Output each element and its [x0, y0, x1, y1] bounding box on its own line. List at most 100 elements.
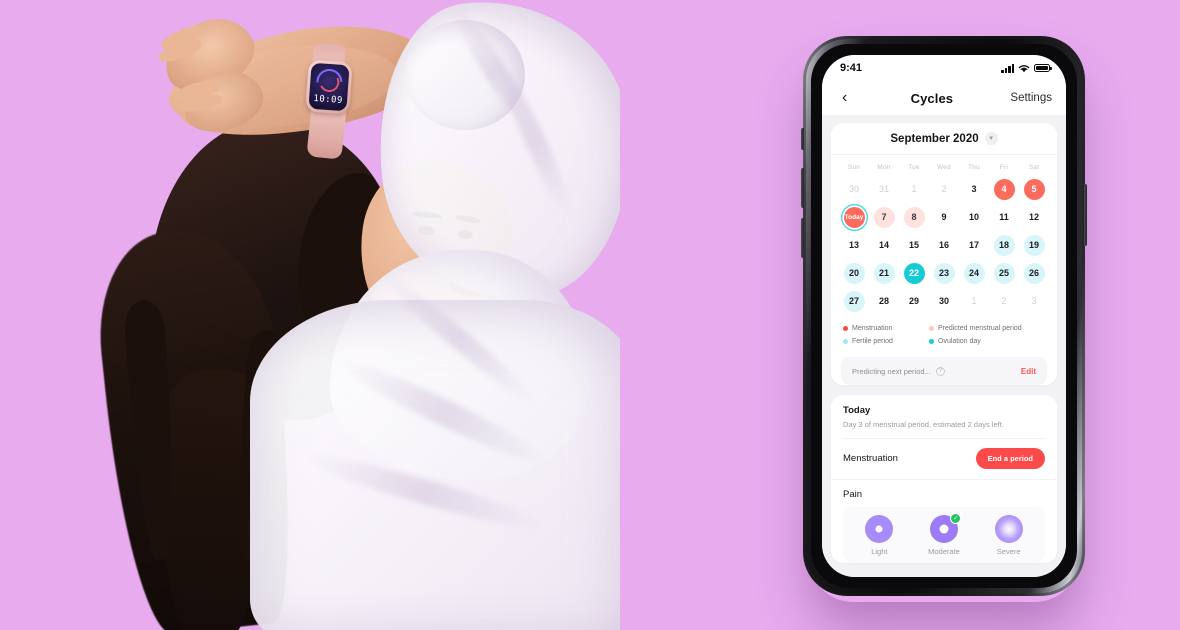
weekday-header-row: Sun Mon Tue Wed Thu Fri Sat: [839, 161, 1049, 175]
legend-dot-icon: [929, 326, 934, 331]
watch-case: 10:09: [305, 59, 353, 115]
calendar-day-28[interactable]: 28: [874, 291, 895, 312]
signal-bars-icon: [1001, 63, 1014, 73]
legend-item: Menstruation: [843, 325, 929, 332]
status-bar-indicators: [1001, 63, 1052, 73]
calendar-day-30[interactable]: 30: [844, 179, 865, 200]
calendar-day-30[interactable]: 30: [934, 291, 955, 312]
calendar-day-2[interactable]: 2: [994, 291, 1015, 312]
calendar-cell: 16: [929, 231, 959, 259]
calendar-day-24[interactable]: 24: [963, 262, 985, 284]
weekday-label: Tue: [908, 164, 920, 171]
edit-button[interactable]: Edit: [1021, 367, 1036, 376]
legend-label: Predicted menstrual period: [938, 325, 1022, 332]
pain-option-label: Moderate: [928, 547, 960, 556]
calendar-day-16[interactable]: 16: [934, 235, 955, 256]
calendar-day-23[interactable]: 23: [933, 262, 955, 284]
weekday-label: Sun: [847, 164, 861, 171]
month-label: September 2020: [890, 132, 979, 145]
predict-text-wrap: Predicting next period... ?: [852, 366, 945, 376]
calendar-cell: 28: [869, 287, 899, 315]
calendar-day-4[interactable]: 4: [993, 178, 1015, 200]
info-icon[interactable]: ?: [935, 366, 945, 376]
predict-text: Predicting next period...: [852, 366, 931, 376]
calendar-day-17[interactable]: 17: [964, 235, 985, 256]
calendar-cell: 29: [899, 287, 929, 315]
phone-mockup: 9:41 ‹ Cycles Settings September 2020 ▾ …: [801, 36, 1087, 596]
calendar-week-row: Today 7 8 9 10 11 12: [839, 203, 1049, 231]
phone-screen: 9:41 ‹ Cycles Settings September 2020 ▾ …: [822, 55, 1066, 577]
calendar-cell: 18: [989, 231, 1019, 259]
weekday-label: Sat: [1028, 164, 1040, 171]
calendar-day-15[interactable]: 15: [904, 235, 925, 256]
calendar-day-27[interactable]: 27: [843, 290, 865, 312]
phone-silent-switch[interactable]: [801, 128, 804, 150]
watch-time: 10:09: [312, 93, 344, 106]
calendar-day-11[interactable]: 11: [994, 207, 1015, 228]
pain-option-light[interactable]: Light: [847, 515, 912, 556]
calendar-day-14[interactable]: 14: [874, 235, 895, 256]
calendar-day-19[interactable]: 19: [1023, 234, 1045, 256]
calendar-day-9[interactable]: 9: [934, 207, 955, 228]
status-bar-time: 9:41: [840, 62, 863, 74]
month-selector[interactable]: September 2020 ▾: [831, 123, 1057, 155]
phone-volume-down-button[interactable]: [801, 218, 804, 258]
calendar-grid: Sun Mon Tue Wed Thu Fri Sat 30 31 1 2 3 4 5 Today 7 8 9 1…: [831, 155, 1057, 323]
end-a-period-button[interactable]: End a period: [975, 448, 1045, 469]
calendar-week-row: 27 28 29 30 1 2 3: [839, 287, 1049, 315]
calendar-cell: 12: [1019, 203, 1049, 231]
weekday-label: Wed: [937, 164, 951, 171]
calendar-day-25[interactable]: 25: [993, 262, 1015, 284]
calendar-day-1[interactable]: 1: [904, 179, 925, 200]
legend-label: Menstruation: [852, 325, 893, 332]
calendar-day-21[interactable]: 21: [873, 262, 895, 284]
predict-next-period-row[interactable]: Predicting next period... ? Edit: [841, 357, 1047, 385]
calendar-day-18[interactable]: 18: [993, 234, 1015, 256]
calendar-day-13[interactable]: 13: [844, 235, 865, 256]
calendar-cell: 31: [869, 175, 899, 203]
app-header: ‹ Cycles Settings: [822, 81, 1066, 115]
calendar-day-5[interactable]: 5: [1023, 178, 1045, 200]
phone-volume-up-button[interactable]: [801, 168, 804, 208]
calendar-day-12[interactable]: 12: [1024, 207, 1045, 228]
chevron-down-icon[interactable]: ▾: [984, 132, 998, 145]
calendar-cell: 1: [899, 175, 929, 203]
pain-light-icon[interactable]: [865, 515, 894, 543]
calendar-day-22[interactable]: 22: [903, 262, 925, 284]
calendar-day-3[interactable]: 3: [1024, 291, 1045, 312]
calendar-cell: 19: [1019, 231, 1049, 259]
calendar-week-row: 13 14 15 16 17 18 19: [839, 231, 1049, 259]
phone-frame-inner: 9:41 ‹ Cycles Settings September 2020 ▾ …: [806, 39, 1082, 593]
calendar-cell: 22: [899, 259, 929, 287]
calendar-day-26[interactable]: 26: [1023, 262, 1045, 284]
calendar-day-10[interactable]: 10: [964, 207, 985, 228]
back-chevron-icon[interactable]: ‹: [836, 88, 853, 108]
calendar-day-31[interactable]: 31: [874, 179, 895, 200]
calendar-day-20[interactable]: 20: [843, 262, 865, 284]
blouse-body: [250, 300, 620, 630]
calendar-day-2[interactable]: 2: [934, 179, 955, 200]
pain-option-severe[interactable]: Severe: [976, 515, 1041, 556]
today-card: Today Day 3 of menstrual period, estimat…: [831, 395, 1057, 563]
settings-button[interactable]: Settings: [1010, 92, 1052, 104]
pain-severe-icon[interactable]: [994, 515, 1023, 543]
pain-option-moderate[interactable]: ✓ Moderate: [912, 513, 977, 556]
today-summary: Today Day 3 of menstrual period, estimat…: [831, 395, 1057, 439]
calendar-day-today[interactable]: Today: [843, 206, 865, 228]
calendar-cell: 30: [839, 175, 869, 203]
menstruation-label: Menstruation: [843, 453, 898, 464]
legend-label: Ovulation day: [938, 338, 981, 345]
calendar-day-1[interactable]: 1: [964, 291, 985, 312]
phone-power-button[interactable]: [1084, 184, 1087, 246]
calendar-legend: Menstruation Predicted menstrual period Fe…: [831, 323, 1057, 355]
phone-bezel: 9:41 ‹ Cycles Settings September 2020 ▾ …: [811, 44, 1077, 588]
calendar-day-3[interactable]: 3: [964, 179, 985, 200]
calendar-cell: 30: [929, 287, 959, 315]
calendar-cell: 2: [989, 287, 1019, 315]
battery-icon: [1034, 64, 1052, 72]
legend-dot-icon: [929, 339, 934, 344]
calendar-day-7[interactable]: 7: [873, 206, 895, 228]
calendar-day-29[interactable]: 29: [904, 291, 925, 312]
calendar-cell: 24: [959, 259, 989, 287]
calendar-day-8[interactable]: 8: [903, 206, 925, 228]
